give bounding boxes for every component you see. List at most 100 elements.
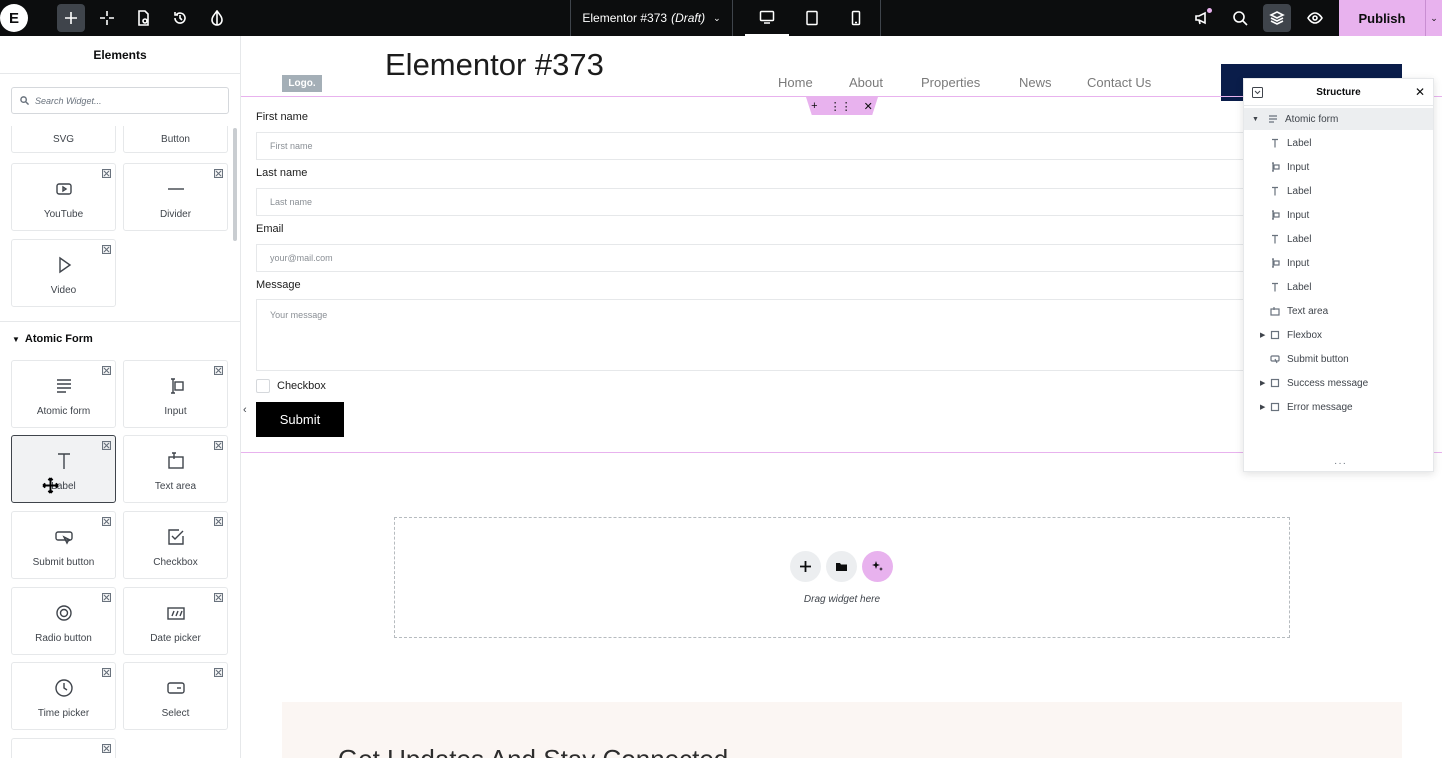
widget-tile-partial[interactable] (11, 738, 116, 758)
structure-item-label[interactable]: Label (1244, 228, 1433, 250)
structure-item-label: Flexbox (1287, 329, 1323, 341)
first-name-input[interactable]: First name (256, 132, 1246, 160)
newsletter-section[interactable]: Get Updates And Stay Connected (282, 702, 1402, 758)
structure-item-atomic-form[interactable]: ▼ Atomic form (1244, 108, 1433, 130)
add-element-button[interactable] (57, 4, 85, 32)
site-logo[interactable]: Logo. (282, 75, 322, 92)
structure-item-input[interactable]: Input (1244, 204, 1433, 226)
add-template-button[interactable] (826, 551, 857, 582)
widget-tile-svg[interactable]: SVG (11, 126, 116, 153)
close-icon[interactable]: ✕ (864, 100, 873, 113)
document-title-dropdown[interactable]: Elementor #373 (Draft) ⌄ (570, 0, 733, 36)
nav-item-news[interactable]: News (1019, 75, 1052, 90)
desktop-view-button[interactable] (745, 0, 789, 36)
widget-tile-submit-button[interactable]: Submit button (11, 511, 116, 579)
tile-label: SVG (52, 133, 75, 145)
resize-grip-icon[interactable]: ··· (1334, 458, 1347, 469)
text-icon (53, 450, 75, 472)
structure-button[interactable] (1263, 4, 1291, 32)
search-widget-input[interactable]: Search Widget... (11, 87, 229, 114)
pro-badge-icon (101, 168, 112, 179)
history-button[interactable] (166, 4, 194, 32)
ai-generate-button[interactable] (862, 551, 893, 582)
widget-tile-button[interactable]: Button (123, 126, 228, 153)
widget-tile-date-picker[interactable]: Date picker (123, 587, 228, 655)
nav-item-contact-us[interactable]: Contact Us (1087, 75, 1151, 90)
collapse-panel-icon[interactable] (1252, 87, 1263, 98)
email-input[interactable]: your@mail.com (256, 244, 1246, 272)
widget-tile-time-picker[interactable]: Time picker (11, 662, 116, 730)
form-label-message[interactable]: Message (256, 279, 301, 291)
page-settings-icon (138, 10, 149, 26)
structure-item-label[interactable]: Label (1244, 180, 1433, 202)
input-icon (1270, 162, 1280, 172)
structure-item-error-message[interactable]: ▶ Error message (1244, 396, 1433, 418)
caret-down-icon[interactable]: ▼ (1252, 116, 1262, 123)
nav-item-about[interactable]: About (849, 75, 883, 90)
submit-button[interactable]: Submit (256, 402, 344, 437)
add-section-button[interactable] (790, 551, 821, 582)
form-label-first-name[interactable]: First name (256, 111, 308, 123)
form-label-email[interactable]: Email (256, 223, 284, 235)
search-button[interactable] (1226, 4, 1254, 32)
nav-item-home[interactable]: Home (778, 75, 813, 90)
mobile-view-button[interactable] (834, 0, 878, 36)
page-settings-button[interactable] (129, 4, 157, 32)
input-placeholder: Last name (270, 197, 313, 207)
structure-item-text-area[interactable]: Text area (1244, 300, 1433, 322)
message-textarea[interactable]: Your message (256, 299, 1246, 371)
structure-item-submit-button[interactable]: Submit button (1244, 348, 1433, 370)
section-header-atomic-form[interactable]: ▼ Atomic Form (12, 333, 93, 345)
newsletter-heading[interactable]: Get Updates And Stay Connected (338, 744, 728, 758)
widget-tile-checkbox[interactable]: Checkbox (123, 511, 228, 579)
divider (880, 0, 881, 36)
structure-item-label[interactable]: Label (1244, 276, 1433, 298)
button-icon (53, 526, 75, 548)
widget-tile-text-area[interactable]: Text area (123, 435, 228, 503)
form-checkbox[interactable] (256, 379, 270, 393)
caret-right-icon[interactable]: ▶ (1260, 331, 1270, 339)
close-icon[interactable]: ✕ (1415, 85, 1425, 99)
caret-right-icon[interactable]: ▶ (1260, 379, 1270, 387)
theme-style-button[interactable] (203, 4, 231, 32)
site-settings-button[interactable] (93, 4, 121, 32)
form-label-last-name[interactable]: Last name (256, 167, 307, 179)
chevron-down-icon: ⌄ (1430, 12, 1438, 23)
widget-tile-label[interactable]: Label (11, 435, 116, 503)
widget-tile-select[interactable]: Select (123, 662, 228, 730)
widget-tile-video[interactable]: Video (11, 239, 116, 307)
panel-scrollbar[interactable] (233, 128, 237, 241)
plus-icon[interactable]: + (811, 100, 817, 112)
sparkle-icon (100, 11, 114, 25)
form-icon (1268, 114, 1278, 124)
widget-tile-youtube[interactable]: YouTube (11, 163, 116, 231)
widget-tile-radio-button[interactable]: Radio button (11, 587, 116, 655)
structure-item-flexbox[interactable]: ▶ Flexbox (1244, 324, 1433, 346)
pro-badge-icon (213, 365, 224, 376)
widget-tile-divider[interactable]: Divider (123, 163, 228, 231)
structure-item-input[interactable]: Input (1244, 252, 1433, 274)
structure-panel-header[interactable]: Structure ✕ (1244, 79, 1433, 106)
widget-tile-input[interactable]: Input (123, 360, 228, 428)
notifications-button[interactable] (1188, 4, 1216, 32)
structure-item-input[interactable]: Input (1244, 156, 1433, 178)
structure-item-success-message[interactable]: ▶ Success message (1244, 372, 1433, 394)
structure-item-label[interactable]: Label (1244, 132, 1433, 154)
elementor-logo-button[interactable]: E (0, 4, 28, 32)
checkbox-label[interactable]: Checkbox (277, 380, 326, 392)
nav-item-properties[interactable]: Properties (921, 75, 980, 90)
drag-handle-icon[interactable]: ⋮⋮ (830, 100, 852, 113)
publish-button[interactable]: Publish (1339, 0, 1425, 36)
widget-tile-atomic-form[interactable]: Atomic form (11, 360, 116, 428)
tablet-view-button[interactable] (790, 0, 834, 36)
tile-label: Atomic form (36, 406, 91, 417)
last-name-input[interactable]: Last name (256, 188, 1246, 216)
pro-badge-icon (101, 743, 112, 754)
pro-badge-icon (101, 516, 112, 527)
input-icon (1270, 258, 1280, 268)
caret-right-icon[interactable]: ▶ (1260, 403, 1270, 411)
publish-options-button[interactable]: ⌄ (1425, 0, 1442, 36)
site-title[interactable]: Elementor #373 (385, 47, 604, 83)
preview-button[interactable] (1301, 4, 1329, 32)
form-element-handle[interactable]: + ⋮⋮ ✕ (806, 97, 878, 115)
